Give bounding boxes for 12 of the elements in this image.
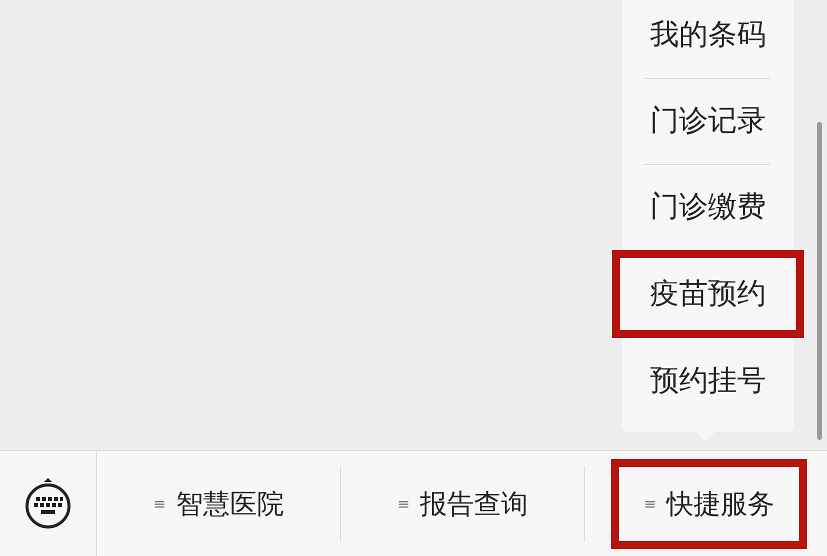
menu-item[interactable]: 我的条码 — [622, 0, 794, 78]
menu-bar-button[interactable]: ≡ 快捷服务 — [611, 458, 807, 548]
menu-icon: ≡ — [397, 494, 410, 512]
scrollbar[interactable] — [817, 122, 822, 440]
menu-bar-button[interactable]: ≡ 智慧医院 — [97, 466, 341, 542]
menu-icon: ≡ — [153, 494, 166, 512]
menu-item[interactable]: 门诊缴费 — [622, 164, 794, 250]
menu-item[interactable]: 门诊记录 — [622, 78, 794, 164]
menu-bar-button[interactable]: ≡ 报告查询 — [341, 466, 585, 542]
menu-item[interactable]: 预约挂号 — [622, 338, 794, 424]
menu-item[interactable]: 疫苗预约 — [612, 250, 804, 338]
menu-icon: ≡ — [644, 494, 656, 512]
